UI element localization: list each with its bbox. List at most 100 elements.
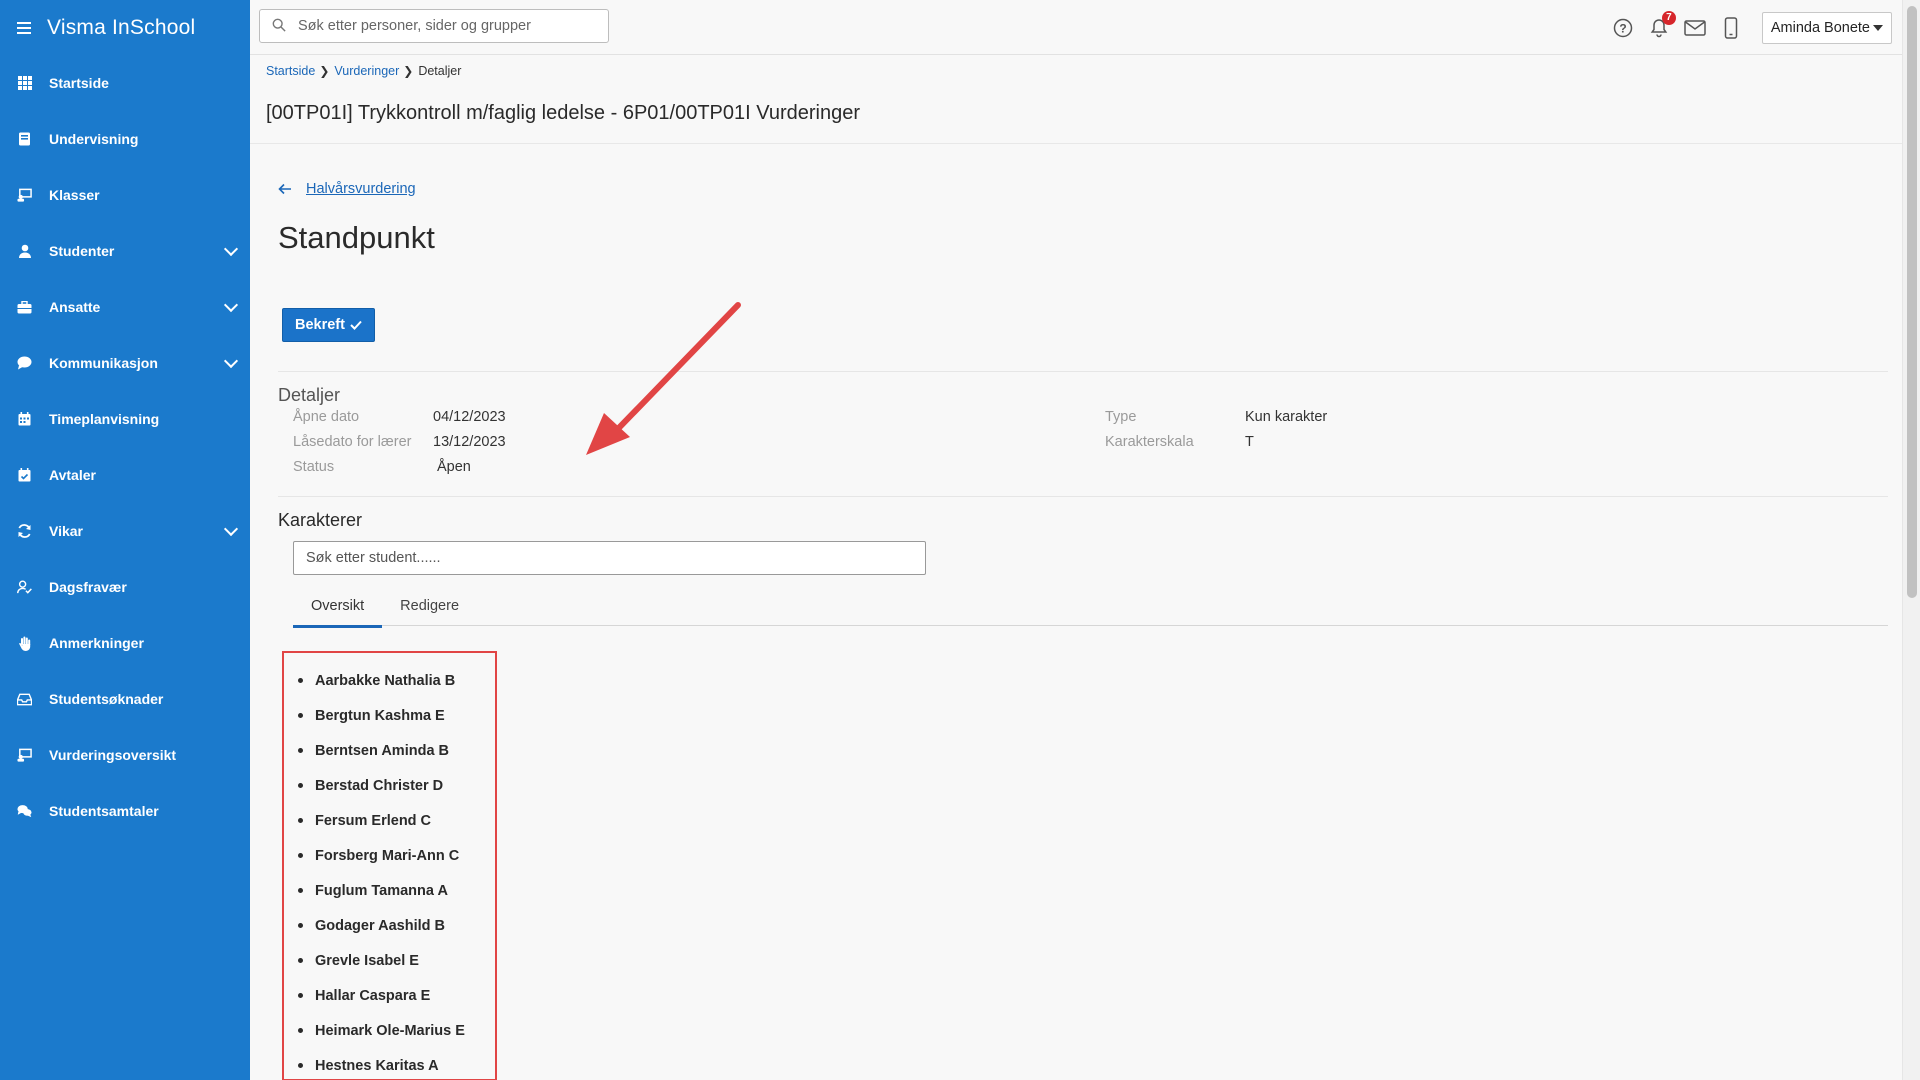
breadcrumb: Startside ❯ Vurderinger ❯ Detaljer [266,64,461,78]
user-menu-button[interactable]: Aminda Bonete [1761,11,1892,44]
back-link[interactable]: Halvårsvurdering [278,181,416,197]
page-scrollbar[interactable] [1902,0,1920,1080]
svg-text:?: ? [1619,21,1626,35]
student-list: Aarbakke Nathalia B Bergtun Kashma E Bernt… [284,653,495,1079]
bullet-icon [298,1028,303,1033]
sidebar-item-ansatte[interactable]: Ansatte [0,279,250,335]
section-heading: Standpunkt [278,220,435,255]
chevron-down-icon[interactable] [223,353,239,369]
list-item: Aarbakke Nathalia B [284,663,495,698]
chevron-down-icon[interactable] [223,241,239,257]
mobile-icon[interactable] [1720,16,1742,39]
list-item: Forsberg Mari-Ann C [284,838,495,873]
status-label: Status [293,459,335,475]
inbox-icon [17,692,32,707]
sidebar-item-kommunikasjon[interactable]: Kommunikasjon [0,335,250,391]
bullet-icon [298,853,303,858]
sidebar-item-startside[interactable]: Startside [0,55,250,111]
list-item: Hestnes Karitas A [284,1048,495,1079]
sidebar-item-label: Undervisning [49,131,139,147]
sidebar-item-undervisning[interactable]: Undervisning [0,111,250,167]
brand: Visma InSchool [0,0,250,55]
tab-redigere[interactable]: Redigere [382,585,477,626]
scrollbar-thumb[interactable] [1907,6,1917,598]
sidebar-item-label: Anmerkninger [49,635,144,651]
list-item: Bergtun Kashma E [284,698,495,733]
status-value: Åpen [437,459,471,475]
briefcase-icon [17,300,32,315]
student-search-input[interactable] [293,541,926,575]
page-title: [00TP01I] Trykkontroll m/faglig ledelse … [266,102,861,124]
search-icon [272,18,286,32]
sidebar-item-label: Studentsamtaler [49,803,159,819]
user-check-icon [17,580,32,595]
sidebar-item-label: Timeplanvisning [49,411,160,427]
sidebar-item-studenter[interactable]: Studenter [0,223,250,279]
sidebar-item-studentsøknader[interactable]: Studentsøknader [0,671,250,727]
breadcrumb-home[interactable]: Startside [266,64,315,78]
student-name: Bergtun Kashma E [315,707,445,724]
sidebar-item-label: Vurderingsoversikt [49,747,177,763]
sidebar-item-label: Dagsfravær [49,579,127,595]
grade-scale-value: T [1245,434,1254,450]
sidebar-item-label: Vikar [49,523,83,539]
app-title: Visma InSchool [47,15,196,39]
calendar-icon [17,412,32,427]
divider [278,371,1888,372]
list-item: Fersum Erlend C [284,803,495,838]
bullet-icon [298,818,303,823]
top-icons: ? 7 Aminda Bonete [1612,0,1902,55]
bullet-icon [298,713,303,718]
user-name: Aminda Bonete [1770,19,1870,36]
notifications-bell-icon[interactable]: 7 [1648,10,1676,39]
student-name: Grevle Isabel E [315,952,419,969]
grid-icon [17,76,32,91]
list-item: Fuglum Tamanna A [284,873,495,908]
bullet-icon [298,678,303,683]
list-item: Berntsen Aminda B [284,733,495,768]
list-item: Heimark Ole-Marius E [284,1013,495,1048]
tab-oversikt[interactable]: Oversikt [293,585,383,628]
details-title: Detaljer [278,385,341,405]
chevron-down-icon[interactable] [223,297,239,313]
conversation-icon [17,804,32,819]
global-search-input[interactable] [298,10,598,42]
calendar-check-icon [17,468,32,483]
student-name: Heimark Ole-Marius E [315,1022,465,1039]
help-icon[interactable]: ? [1612,17,1634,39]
sidebar-item-vurderingsoversikt[interactable]: Vurderingsoversikt [0,727,250,783]
sidebar-item-avtaler[interactable]: Avtaler [0,447,250,503]
confirm-button-label: Bekreft [295,317,345,333]
hamburger-menu-icon[interactable] [17,21,31,34]
student-name: Aarbakke Nathalia B [315,672,456,689]
sidebar-item-label: Ansatte [49,299,101,315]
sidebar-item-vikar[interactable]: Vikar [0,503,250,559]
sidebar-item-label: Kommunikasjon [49,355,158,371]
grade-scale-label: Karakterskala [1105,434,1194,450]
mail-icon[interactable] [1684,17,1706,39]
confirm-button[interactable]: Bekreft [282,308,375,342]
refresh-icon [17,524,32,539]
sidebar-item-klasser[interactable]: Klasser [0,167,250,223]
student-name: Berstad Christer D [315,777,444,794]
list-item: Berstad Christer D [284,768,495,803]
student-name: Godager Aashild B [315,917,445,934]
bullet-icon [298,748,303,753]
chevron-down-icon[interactable] [223,521,239,537]
breadcrumb-parent[interactable]: Vurderinger [334,64,399,78]
classroom-icon [17,188,32,203]
sidebar-item-label: Klasser [49,187,100,203]
grades-title: Karakterer [278,510,363,530]
sidebar-item-anmerkninger[interactable]: Anmerkninger [0,615,250,671]
page-header: Startside ❯ Vurderinger ❯ Detaljer [00TP… [250,56,1902,144]
list-item: Godager Aashild B [284,908,495,943]
caret-down-icon [1873,24,1883,31]
breadcrumb-current: Detaljer [418,64,462,78]
annotation-arrow-icon [586,302,741,455]
sidebar-item-studentsamtaler[interactable]: Studentsamtaler [0,783,250,839]
lock-date-label: Låsedato for lærer [293,434,412,450]
sidebar-item-dagsfravær[interactable]: Dagsfravær [0,559,250,615]
sidebar-item-timeplanvisning[interactable]: Timeplanvisning [0,391,250,447]
sidebar: Visma InSchool Startside Undervisning Klas… [0,0,250,1080]
assessment-icon [17,748,32,763]
